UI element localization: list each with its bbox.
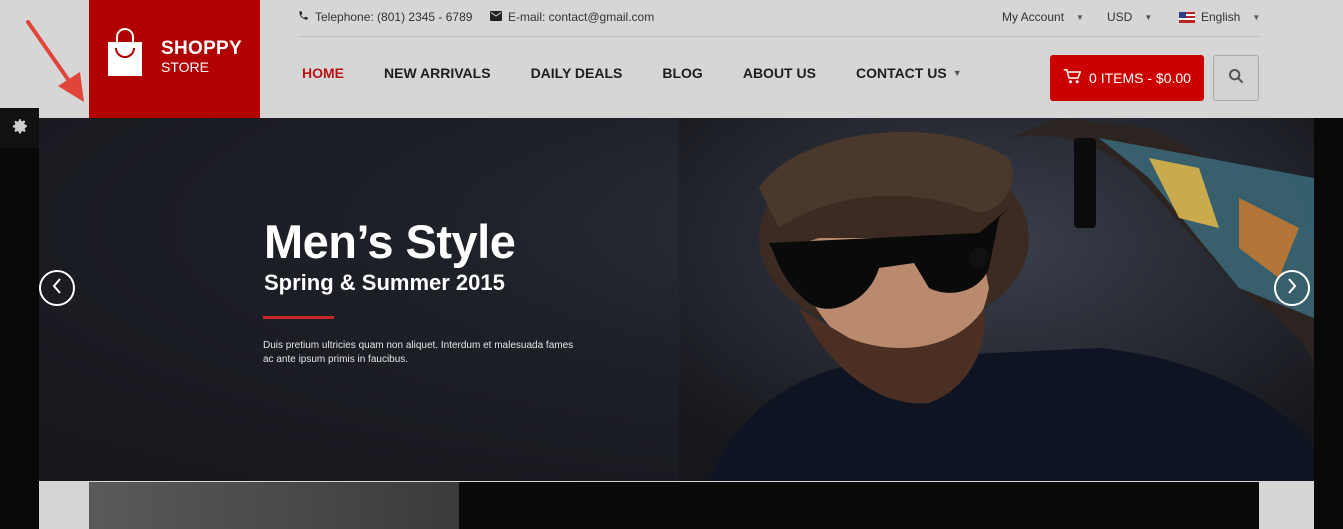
currency-label: USD: [1107, 10, 1133, 24]
nav-daily-deals[interactable]: DAILY DEALS: [531, 65, 623, 81]
slider-next-button[interactable]: [1274, 270, 1310, 306]
telephone-text: Telephone: (801) 2345 - 6789: [315, 10, 473, 24]
envelope-icon: [490, 10, 502, 24]
nav-about-us[interactable]: ABOUT US: [743, 65, 816, 81]
hero-description: Duis pretium ultricies quam non aliquet.…: [263, 340, 574, 365]
logo-sub: STORE: [161, 59, 209, 75]
email-link[interactable]: E-mail: contact@gmail.com: [508, 10, 654, 24]
search-button[interactable]: [1213, 55, 1259, 101]
search-icon: [1228, 68, 1244, 89]
store-logo[interactable]: SHOPPY STORE: [89, 0, 260, 118]
settings-toggle[interactable]: [0, 108, 39, 148]
cart-label: 0 ITEMS - $0.00: [1089, 70, 1191, 86]
top-bar: Telephone: (801) 2345 - 6789 E-mail: con…: [298, 0, 1260, 37]
logo-brand: SHOPPY: [161, 38, 242, 59]
chevron-right-icon: [1286, 277, 1298, 299]
my-account-label: My Account: [1002, 10, 1065, 24]
hero-divider: [263, 316, 334, 319]
nav-contact-label: CONTACT US: [855, 65, 947, 81]
promo-banners: [89, 482, 1259, 529]
caret-down-icon: ▼: [1252, 12, 1261, 22]
chevron-left-icon: [51, 277, 63, 299]
nav-home[interactable]: HOME: [302, 65, 344, 81]
promo-banner-2[interactable]: [459, 482, 1259, 529]
my-account-dropdown[interactable]: My Account ▼: [1002, 10, 1084, 24]
cart-button[interactable]: 0 ITEMS - $0.00: [1050, 55, 1204, 101]
phone-icon: [298, 10, 309, 24]
annotation-arrow: [26, 20, 84, 102]
language-label: English: [1201, 10, 1241, 24]
hero-slider[interactable]: Men’s Style Spring & Summer 2015 Duis pr…: [39, 118, 1314, 481]
currency-dropdown[interactable]: USD ▼: [1107, 10, 1152, 24]
caret-down-icon: ▼: [952, 68, 962, 78]
nav-contact-us[interactable]: CONTACT US ▼: [856, 65, 962, 81]
language-dropdown[interactable]: English ▼: [1179, 10, 1260, 24]
shopping-bag-icon: [108, 28, 142, 76]
email-info: E-mail: contact@gmail.com: [490, 10, 654, 24]
nav-new-arrivals[interactable]: NEW ARRIVALS: [384, 65, 491, 81]
dim-overlay-left: [0, 118, 39, 529]
hero-title: Men’s Style: [264, 215, 516, 268]
hero-model-image: [679, 118, 1314, 481]
telephone-info: Telephone: (801) 2345 - 6789: [298, 10, 472, 24]
promo-banner-1[interactable]: [89, 482, 459, 529]
caret-down-icon: ▼: [1144, 12, 1153, 22]
slider-prev-button[interactable]: [39, 270, 75, 306]
gear-icon: [11, 117, 29, 140]
flag-icon: [1179, 11, 1195, 23]
dim-overlay-right: [1314, 118, 1343, 529]
hero-subtitle: Spring & Summer 2015: [264, 270, 505, 295]
main-nav: HOME NEW ARRIVALS DAILY DEALS BLOG ABOUT…: [302, 65, 1002, 81]
cart-icon: [1063, 69, 1082, 87]
nav-blog[interactable]: BLOG: [662, 65, 702, 81]
caret-down-icon: ▼: [1076, 12, 1084, 22]
